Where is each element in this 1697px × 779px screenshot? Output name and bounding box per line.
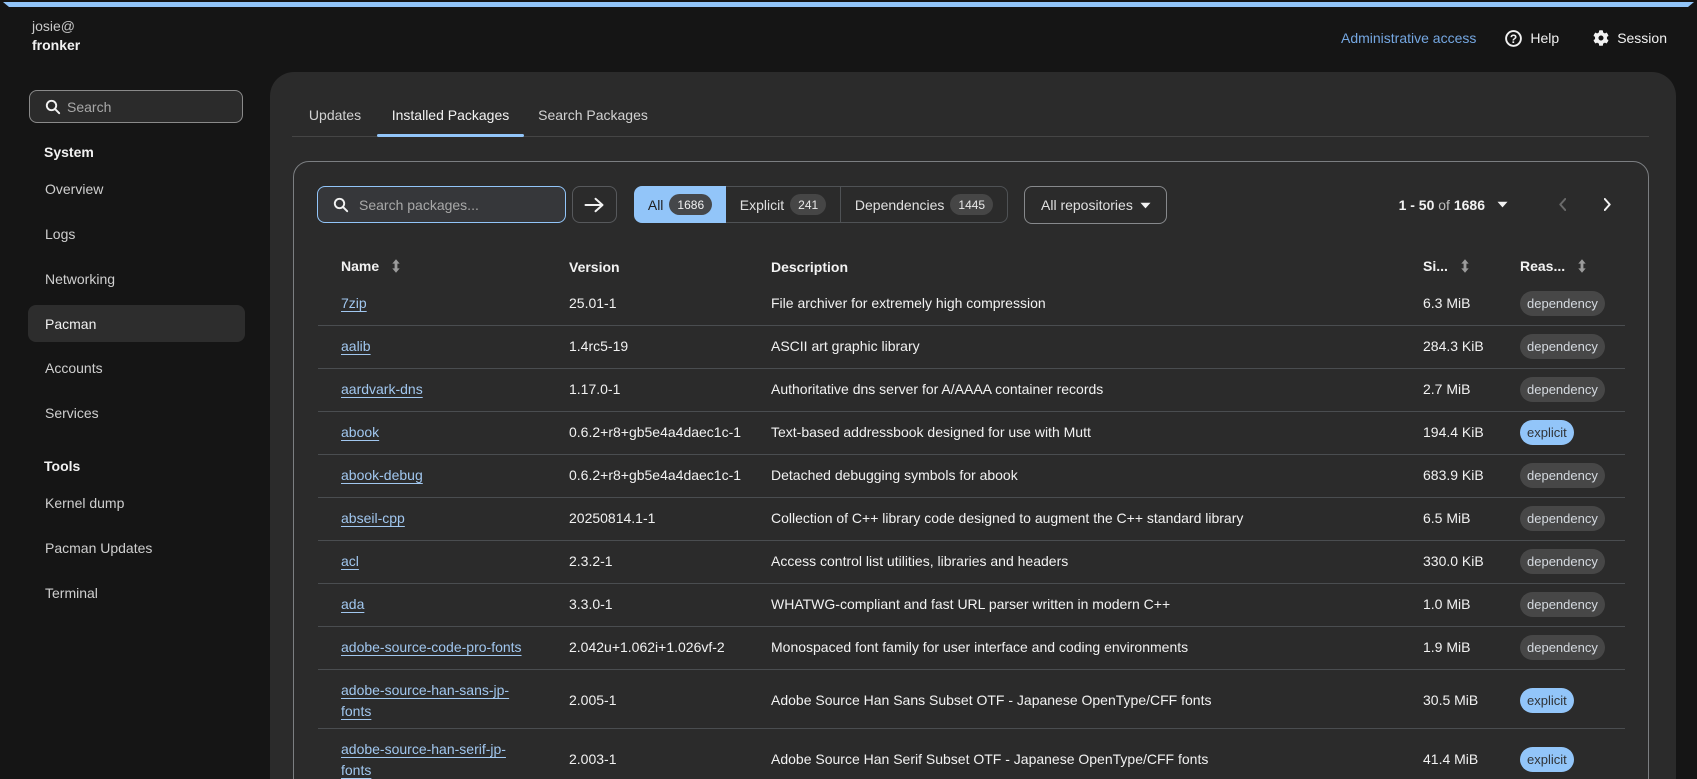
- svg-text:?: ?: [1510, 32, 1517, 46]
